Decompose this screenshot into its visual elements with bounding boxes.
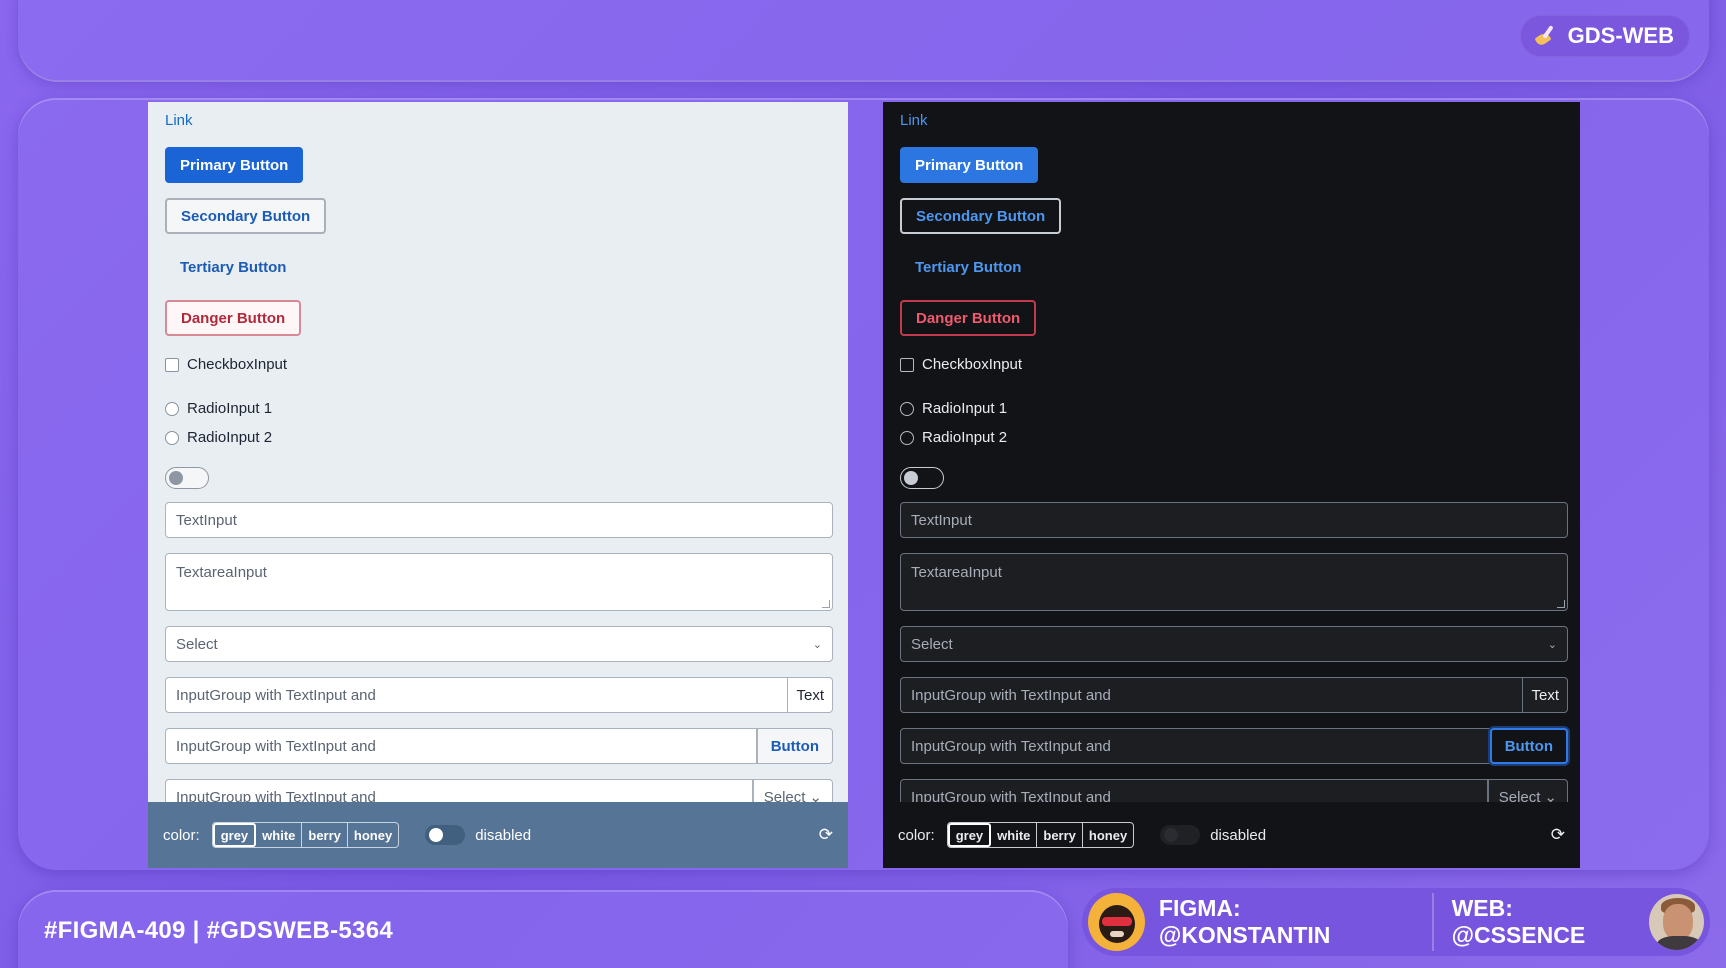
radio-label: RadioInput 2 <box>187 429 273 446</box>
refresh-icon[interactable]: ⟳ <box>819 825 833 845</box>
input-group-text-addon: Text <box>1523 677 1568 713</box>
demo-link[interactable]: Link <box>900 112 928 129</box>
figma-author-avatar <box>1088 893 1145 951</box>
color-label: color: <box>163 826 200 844</box>
primary-button[interactable]: Primary Button <box>900 147 1039 183</box>
danger-button[interactable]: Danger Button <box>165 300 302 336</box>
toggle-switch[interactable] <box>165 467 209 489</box>
text-input-placeholder: TextInput <box>176 511 237 529</box>
select-value: Select <box>911 635 953 653</box>
toggle-knob <box>169 471 183 485</box>
toggle-switch[interactable] <box>900 467 944 489</box>
radio-circle[interactable] <box>165 430 179 445</box>
ticket-ids: #FIGMA-409 | #GDSWEB-5364 <box>44 917 393 944</box>
disabled-toggle[interactable] <box>1160 825 1201 845</box>
checkbox-box[interactable] <box>900 357 914 372</box>
chevron-down-icon: ⌄ <box>812 638 822 651</box>
web-credit: WEB: @CSSENCE <box>1451 895 1586 948</box>
toggle-knob <box>429 828 444 842</box>
radio-circle[interactable] <box>165 401 179 416</box>
web-author-avatar <box>1649 894 1705 950</box>
theme-control-bar: color: grey white berry honey disabled ⟳ <box>148 802 848 868</box>
input-group-placeholder: InputGroup with TextInput and <box>176 686 376 704</box>
input-group-placeholder: InputGroup with TextInput and <box>911 686 1111 704</box>
disabled-toggle[interactable] <box>425 825 466 845</box>
textarea-placeholder: TextareaInput <box>176 564 267 581</box>
input-group-placeholder: InputGroup with TextInput and <box>911 737 1111 755</box>
radio-label: RadioInput 1 <box>922 400 1008 417</box>
input-group-text-addon: Text <box>788 677 833 713</box>
danger-button[interactable]: Danger Button <box>900 300 1037 336</box>
color-label: color: <box>898 826 935 844</box>
input-group-text: InputGroup with TextInput and Text <box>900 677 1568 713</box>
refresh-icon[interactable]: ⟳ <box>1551 825 1565 845</box>
secondary-button[interactable]: Secondary Button <box>165 198 327 234</box>
radio-label: RadioInput 1 <box>187 400 273 417</box>
color-option-honey[interactable]: honey <box>348 823 398 847</box>
text-input[interactable]: TextInput <box>165 502 833 538</box>
radio-circle[interactable] <box>900 401 914 416</box>
input-group-field[interactable]: InputGroup with TextInput and <box>900 677 1524 713</box>
input-group-text: InputGroup with TextInput and Text <box>165 677 833 713</box>
color-option-white[interactable]: white <box>991 823 1038 847</box>
checkbox-label: CheckboxInput <box>922 356 1023 373</box>
color-option-grey[interactable]: grey <box>212 823 257 847</box>
color-option-white[interactable]: white <box>256 823 303 847</box>
theme-control-bar: color: grey white berry honey disabled ⟳ <box>883 802 1580 868</box>
checkbox-input[interactable]: CheckboxInput <box>900 356 1022 373</box>
select-value: Select <box>176 635 218 653</box>
paintbrush-icon <box>1534 24 1558 48</box>
textarea-input[interactable]: TextareaInput <box>165 553 833 611</box>
radio-input-2[interactable]: RadioInput 2 <box>900 429 1007 446</box>
light-theme-panel: Link Primary Button Secondary Button Ter… <box>148 102 848 868</box>
radio-label: RadioInput 2 <box>922 429 1008 446</box>
toggle-knob <box>1164 828 1179 842</box>
color-segmented-control: grey white berry honey <box>946 822 1135 848</box>
textarea-input[interactable]: TextareaInput <box>900 553 1568 611</box>
radio-input-1[interactable]: RadioInput 1 <box>900 400 1007 417</box>
text-input[interactable]: TextInput <box>900 502 1568 538</box>
figma-credit: FIGMA: @KONSTANTIN <box>1158 895 1331 948</box>
text-input-placeholder: TextInput <box>911 511 972 529</box>
secondary-button[interactable]: Secondary Button <box>900 198 1062 234</box>
radio-input-1[interactable]: RadioInput 1 <box>165 400 272 417</box>
top-bar <box>18 0 1709 80</box>
color-option-berry[interactable]: berry <box>302 823 348 847</box>
select-input[interactable]: Select ⌄ <box>900 626 1568 662</box>
color-option-honey[interactable]: honey <box>1083 823 1133 847</box>
credits-divider <box>1431 893 1434 951</box>
input-group-field[interactable]: InputGroup with TextInput and <box>900 728 1490 764</box>
checkbox-box[interactable] <box>165 357 179 372</box>
checkbox-label: CheckboxInput <box>187 356 288 373</box>
input-group-button-addon[interactable]: Button <box>756 728 833 764</box>
input-group-field[interactable]: InputGroup with TextInput and <box>165 728 757 764</box>
tertiary-button[interactable]: Tertiary Button <box>165 249 301 285</box>
color-segmented-control: grey white berry honey <box>211 822 400 848</box>
resize-handle-icon[interactable] <box>1557 600 1565 608</box>
credits-bar: FIGMA: @KONSTANTIN WEB: @CSSENCE <box>1082 888 1710 956</box>
color-option-berry[interactable]: berry <box>1037 823 1083 847</box>
primary-button[interactable]: Primary Button <box>165 147 304 183</box>
checkbox-input[interactable]: CheckboxInput <box>165 356 287 373</box>
disabled-label: disabled <box>475 826 532 844</box>
demo-link[interactable]: Link <box>165 112 193 129</box>
dark-theme-panel: Link Primary Button Secondary Button Ter… <box>883 102 1580 868</box>
toggle-knob <box>904 471 918 485</box>
chevron-down-icon: ⌄ <box>1547 638 1557 651</box>
radio-input-2[interactable]: RadioInput 2 <box>165 429 272 446</box>
radio-circle[interactable] <box>900 430 914 445</box>
textarea-placeholder: TextareaInput <box>911 564 1002 581</box>
input-group-button: InputGroup with TextInput and Button <box>165 728 833 764</box>
brand-badge: GDS-WEB <box>1519 15 1690 57</box>
disabled-label: disabled <box>1210 826 1267 844</box>
color-option-grey[interactable]: grey <box>947 823 992 847</box>
tertiary-button[interactable]: Tertiary Button <box>900 249 1036 285</box>
input-group-button-addon[interactable]: Button <box>1489 728 1568 764</box>
brand-name: GDS-WEB <box>1567 23 1674 48</box>
resize-handle-icon[interactable] <box>822 600 830 608</box>
input-group-field[interactable]: InputGroup with TextInput and <box>165 677 789 713</box>
input-group-placeholder: InputGroup with TextInput and <box>176 737 376 755</box>
select-input[interactable]: Select ⌄ <box>165 626 833 662</box>
input-group-button: InputGroup with TextInput and Button <box>900 728 1568 764</box>
